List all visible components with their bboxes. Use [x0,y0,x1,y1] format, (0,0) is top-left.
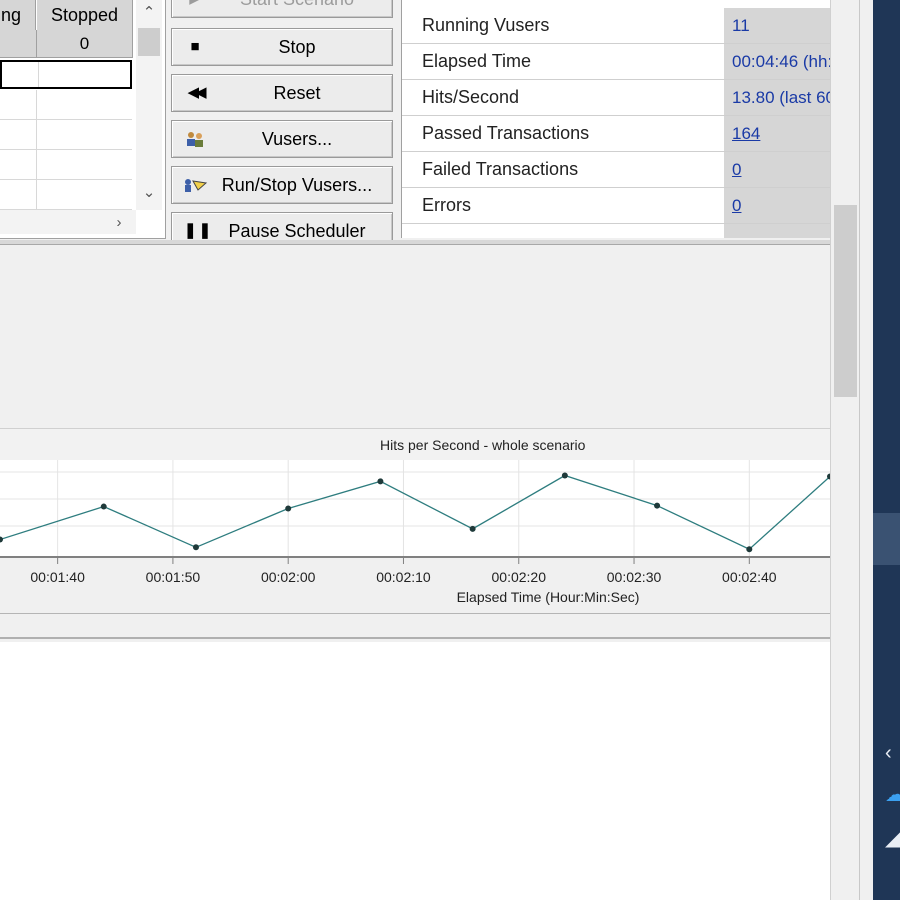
stop-icon: ■ [190,38,200,55]
window-edge [859,0,874,900]
start-scenario-button[interactable]: ▶ Start Scenario [171,0,393,18]
x-tick-label: 00:01:50 [146,569,201,585]
vuser-status-grid: ng Stopped 0 ⌃ ⌄ › [0,0,166,239]
data-point [377,478,384,485]
data-point [192,544,199,551]
grid-row[interactable] [0,150,132,180]
errors-link[interactable]: 0 [724,188,830,223]
chart-title: Hits per Second - whole scenario [380,437,586,453]
stat-row-elapsed-time: Elapsed Time 00:04:46 (hh: [402,44,830,80]
grid-count-stopped: 0 [37,30,133,58]
grid-count-running [0,30,37,58]
x-tick-label: 00:02:40 [722,569,777,585]
data-point [654,502,661,509]
stop-button[interactable]: ■ Stop [171,28,393,66]
x-tick-label: 00:01:40 [30,569,85,585]
window-scroll-thumb[interactable] [834,205,857,397]
x-axis-label: Elapsed Time (Hour:Min:Sec) [457,589,640,605]
x-tick-label: 00:02:10 [376,569,431,585]
scroll-right-icon[interactable]: › [106,210,132,236]
grid-row[interactable] [0,90,132,120]
stat-row-errors: Errors 0 [402,188,830,224]
speaker-icon[interactable]: ◢ [885,826,900,851]
hits-per-second-chart: 00:01:40 00:01:50 00:02:00 00:02:10 00:02:20… [0,460,830,605]
data-point [100,503,107,510]
grid-row-selected[interactable] [0,60,132,89]
elapsed-time-value: 00:04:46 (hh: [724,44,830,79]
users-icon [184,121,206,157]
grid-vertical-thumb[interactable] [138,28,160,56]
reset-button[interactable]: ◀◀ Reset [171,74,393,112]
chart-title-bar: Hits per Second - whole scenario [0,428,830,461]
stat-row-running-vusers: Running Vusers 11 [402,8,830,44]
stat-row-failed-transactions: Failed Transactions 0 [402,152,830,188]
x-tick-label: 00:02:30 [607,569,662,585]
taskbar-highlight[interactable] [873,513,900,565]
data-point [746,546,753,553]
stat-row-hits-second: Hits/Second 13.80 (last 60 [402,80,830,116]
hits-second-value: 13.80 (last 60 [724,80,830,115]
play-icon: ▶ [184,0,206,17]
cloud-icon[interactable]: ☁ [885,782,900,807]
data-point [469,525,476,532]
x-axis-ticks: 00:01:40 00:01:50 00:02:00 00:02:10 00:02:20… [30,557,777,585]
x-tick-label: 00:02:00 [261,569,316,585]
rewind-icon: ◀◀ [187,84,206,101]
grid-header-running: ng [0,0,36,30]
window-vertical-scrollbar[interactable] [830,0,860,900]
scroll-down-icon[interactable]: ⌄ [136,180,162,206]
vusers-button[interactable]: Vusers... [171,120,393,158]
grid-row[interactable] [0,120,132,150]
stat-row-passed-transactions: Passed Transactions 164 [402,116,830,152]
failed-transactions-link[interactable]: 0 [724,152,830,187]
scroll-up-icon[interactable]: ⌃ [136,0,162,26]
run-vusers-icon [184,167,208,203]
grid-header-stopped: Stopped [37,0,133,30]
stat-row-partial [402,224,830,238]
grid-vertical-scrollbar[interactable]: ⌃ ⌄ [136,0,162,210]
passed-transactions-link[interactable]: 164 [724,116,830,151]
run-stop-vusers-button[interactable]: Run/Stop Vusers... [171,166,393,204]
running-vusers-value: 11 [724,8,830,43]
data-point [285,505,292,512]
graph-pane-empty [0,245,830,427]
chart-bottom-splitter[interactable] [0,613,830,639]
taskbar: ‹ ☁ ◢ [873,0,900,900]
x-tick-label: 00:02:20 [492,569,547,585]
grid-horizontal-scrollbar[interactable]: › [0,210,136,234]
lower-pane [0,642,830,900]
data-point [561,472,568,479]
grid-row[interactable] [0,180,132,210]
plot-area [0,460,830,557]
chevron-left-icon[interactable]: ‹ [885,742,892,765]
scenario-status-panel: Running Vusers 11 Elapsed Time 00:04:46 … [401,0,830,238]
